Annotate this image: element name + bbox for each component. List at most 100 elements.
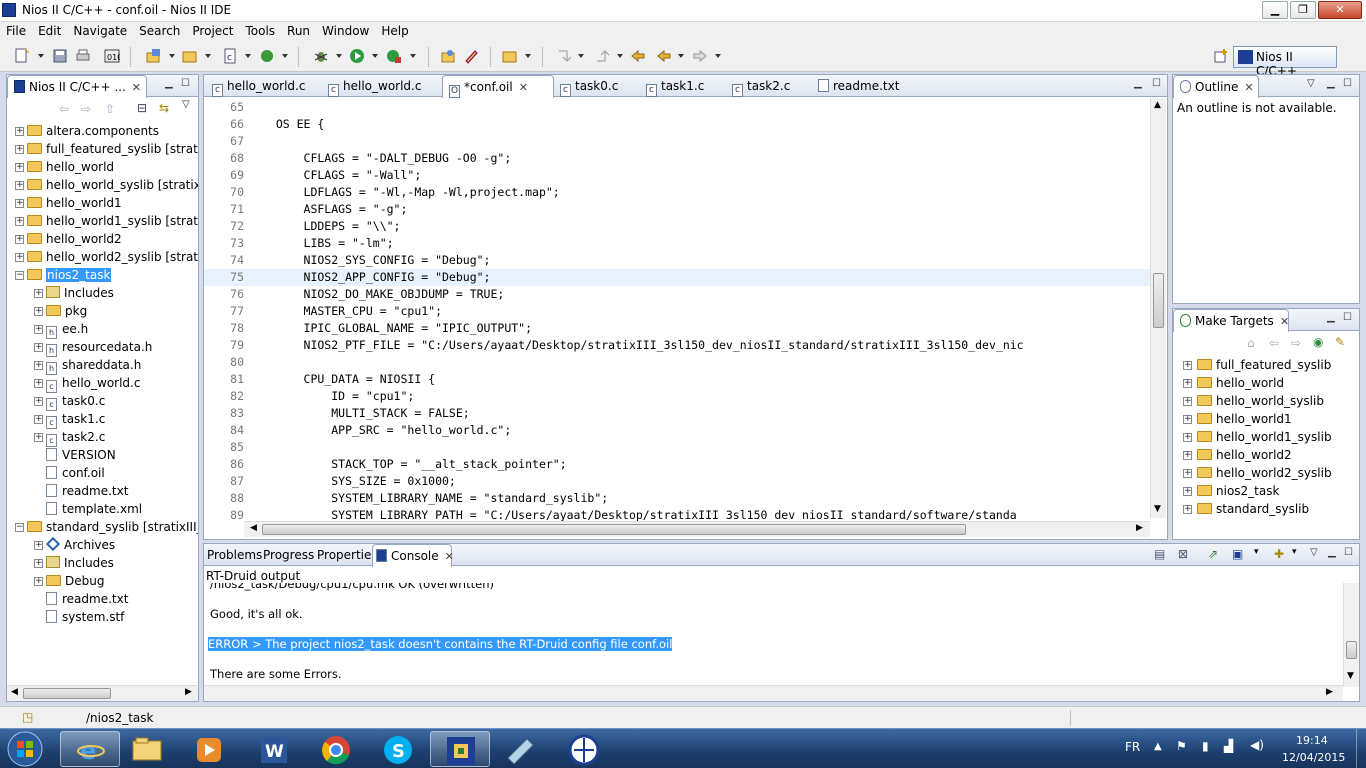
debug-dropdown-icon[interactable] — [336, 54, 342, 58]
editor-tab[interactable]: readme.txt — [812, 75, 902, 97]
menu-run[interactable]: Run — [281, 22, 316, 38]
expand-icon[interactable]: + — [34, 361, 43, 370]
scroll-thumb[interactable] — [262, 524, 966, 535]
search-folder-icon[interactable] — [502, 48, 518, 64]
code-editor[interactable]: 65 66 OS EE {67 68 CFLAGS = "-DALT_DEBUG -… — [204, 101, 1151, 521]
editor-tab[interactable]: c hello_world.c — [206, 75, 322, 97]
expand-icon[interactable]: + — [1183, 397, 1192, 406]
expand-icon[interactable]: + — [15, 163, 24, 172]
editor-tab[interactable]: c task2.c — [726, 75, 812, 97]
expand-icon[interactable]: + — [34, 289, 43, 298]
taskbar-ie-button[interactable]: e — [60, 731, 120, 767]
add-target-icon[interactable]: ✎ — [1335, 335, 1345, 349]
battery-icon[interactable]: ▮ — [1202, 739, 1209, 753]
bottom-tab[interactable]: Progress — [260, 544, 314, 566]
taskbar-word-button[interactable]: W — [244, 731, 304, 767]
expand-icon[interactable]: + — [34, 397, 43, 406]
forward-icon[interactable] — [692, 48, 708, 64]
editor-vscrollbar[interactable]: ▲ ▼ — [1150, 98, 1166, 518]
scroll-thumb[interactable] — [1153, 273, 1164, 328]
display-console-icon[interactable]: ▣ — [1232, 547, 1243, 561]
new-project-dropdown-icon[interactable] — [169, 54, 175, 58]
open-perspective-icon[interactable] — [1213, 48, 1229, 64]
expand-icon[interactable]: + — [1183, 433, 1192, 442]
scroll-right-icon[interactable]: ▶ — [185, 687, 192, 697]
editor-tab[interactable]: c task1.c — [640, 75, 726, 97]
last-edit-icon[interactable] — [630, 48, 646, 64]
open-console-dropdown-icon[interactable]: ▾ — [1292, 547, 1297, 557]
expand-icon[interactable]: + — [34, 379, 43, 388]
view-menu-icon[interactable]: ▽ — [1307, 78, 1315, 89]
new-dropdown-icon[interactable] — [38, 54, 44, 58]
clock-time[interactable]: 19:14 — [1296, 734, 1328, 747]
close-button[interactable]: ✕ — [1318, 1, 1362, 19]
expand-icon[interactable]: + — [34, 541, 43, 550]
external-tools-icon[interactable] — [386, 48, 402, 64]
clear-console-icon[interactable]: ▤ — [1154, 547, 1165, 561]
bottom-tab[interactable]: Properties — [314, 544, 378, 566]
editor-tab[interactable]: c hello_world.c — [322, 75, 442, 97]
tab-make-targets[interactable]: Make Targets ✕ — [1173, 309, 1289, 332]
open-type-icon[interactable] — [440, 48, 456, 64]
build-dropdown-icon[interactable] — [282, 54, 288, 58]
maximize-icon[interactable]: ☐ — [1152, 78, 1161, 89]
taskbar-chrome-button[interactable] — [306, 731, 366, 767]
prev-annotation-icon[interactable] — [594, 48, 610, 64]
up-icon[interactable]: ⇧ — [105, 102, 115, 116]
scroll-right-icon[interactable]: ▶ — [1326, 687, 1333, 697]
new-project-icon[interactable] — [146, 48, 162, 64]
show-hidden-icons-icon[interactable]: ▲ — [1154, 741, 1162, 752]
expand-icon[interactable]: + — [34, 325, 43, 334]
taskbar-media-button[interactable] — [180, 731, 240, 767]
action-center-flag-icon[interactable]: ⚑ — [1176, 739, 1187, 753]
minimize-icon[interactable]: ▁ — [1327, 312, 1335, 323]
scroll-thumb[interactable] — [23, 688, 111, 699]
binary-icon[interactable]: 010 — [104, 48, 120, 64]
link-editor-icon[interactable]: ⇆ — [159, 101, 169, 115]
editor-tab[interactable]: O *conf.oil ✕ — [442, 75, 554, 98]
close-icon[interactable]: ✕ — [132, 81, 141, 94]
menu-navigate[interactable]: Navigate — [67, 22, 133, 38]
collapse-all-icon[interactable]: ⊟ — [137, 101, 147, 115]
build-icon[interactable] — [259, 48, 275, 64]
menu-file[interactable]: File — [0, 22, 32, 38]
fast-view-icon[interactable]: ◳ — [22, 710, 33, 724]
scroll-right-icon[interactable]: ▶ — [1136, 523, 1143, 533]
open-console-icon[interactable]: ✚ — [1274, 547, 1284, 561]
run-icon[interactable] — [349, 48, 365, 64]
taskbar-explorer-button[interactable] — [118, 731, 178, 767]
expand-icon[interactable]: + — [34, 307, 43, 316]
expand-icon[interactable]: + — [1183, 505, 1192, 514]
start-orb-icon[interactable] — [4, 730, 46, 768]
minimize-icon[interactable]: ▁ — [1134, 78, 1142, 89]
pen-icon[interactable] — [463, 48, 479, 64]
build-target-icon[interactable]: ◉ — [1313, 335, 1323, 349]
bottom-tab[interactable]: Problems — [204, 544, 262, 566]
maximize-icon[interactable]: ☐ — [181, 78, 190, 89]
expand-icon[interactable]: + — [1183, 415, 1192, 424]
prev-annotation-dropdown-icon[interactable] — [617, 54, 623, 58]
close-icon[interactable]: ✕ — [1244, 81, 1253, 94]
run-dropdown-icon[interactable] — [372, 54, 378, 58]
expand-icon[interactable]: + — [34, 577, 43, 586]
bottom-tab[interactable]: Console ✕ — [372, 544, 454, 567]
show-desktop-button[interactable] — [1356, 729, 1366, 768]
pin-console-icon[interactable]: ⇗ — [1208, 547, 1218, 561]
open-folder-dropdown-icon[interactable] — [205, 54, 211, 58]
forward-dropdown-icon[interactable] — [715, 54, 721, 58]
expand-icon[interactable]: + — [1183, 361, 1192, 370]
expand-icon[interactable]: + — [15, 253, 24, 262]
expand-icon[interactable]: + — [15, 181, 24, 190]
expand-icon[interactable]: + — [15, 217, 24, 226]
close-icon[interactable]: ✕ — [445, 550, 454, 563]
console-hscrollbar[interactable]: ▶ — [204, 685, 1343, 701]
back-icon[interactable] — [656, 48, 672, 64]
collapse-icon[interactable]: − — [15, 271, 24, 280]
home-icon[interactable]: ⌂ — [1247, 336, 1255, 350]
scroll-thumb[interactable] — [1346, 641, 1357, 659]
scroll-down-icon[interactable]: ▼ — [1154, 504, 1161, 514]
expand-icon[interactable]: + — [15, 127, 24, 136]
view-menu-icon[interactable]: ▽ — [1310, 547, 1318, 558]
scroll-lock-icon[interactable]: ⊠ — [1178, 547, 1188, 561]
scroll-left-icon[interactable]: ◀ — [11, 687, 18, 697]
